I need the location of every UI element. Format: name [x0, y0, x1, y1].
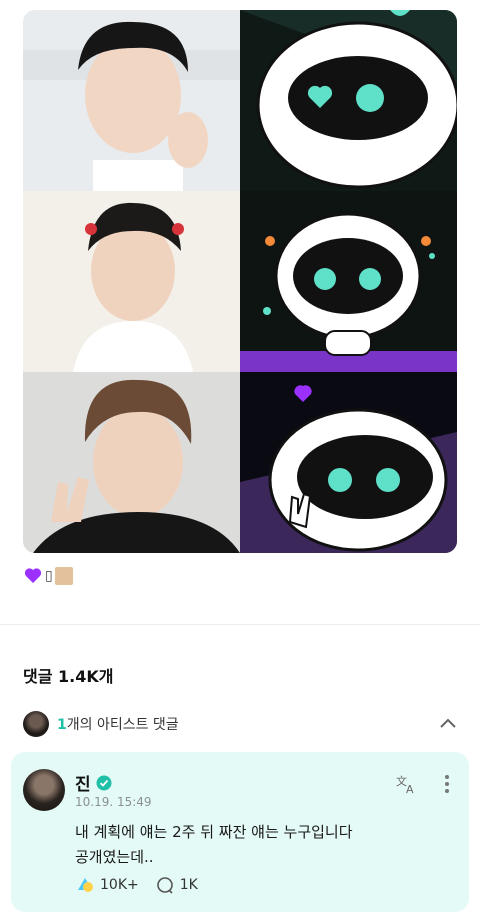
avatar: [23, 711, 49, 737]
comments-title: 댓글 1.4K개: [23, 667, 114, 686]
photo-jin-2[interactable]: [23, 191, 240, 372]
reply-count: 1K: [179, 877, 198, 893]
translate-icon[interactable]: 文 A: [395, 772, 419, 796]
post-caption: ▯: [23, 566, 73, 586]
comment-author-name[interactable]: 진: [75, 770, 112, 795]
reply-bubble-icon: [156, 877, 173, 894]
comment-text: 내 계획에 얘는 2주 뒤 짜잔 얘는 누구입니다 공개였는데..: [75, 823, 353, 866]
photo-jin-3[interactable]: [23, 372, 240, 553]
photo-jin-1[interactable]: [23, 10, 240, 191]
character-wootteo-2[interactable]: [240, 191, 457, 372]
skin-tone-icon: [54, 567, 73, 585]
comment-timestamp: 10.19. 15:49: [75, 795, 152, 809]
comment-author-avatar[interactable]: [23, 769, 65, 811]
like-button[interactable]: 10K+: [75, 875, 139, 895]
character-wootteo-1[interactable]: [240, 10, 457, 191]
reply-button[interactable]: 1K: [155, 875, 198, 895]
cheer-icon: [78, 878, 93, 892]
purple-heart-icon: [24, 568, 42, 583]
post-image-grid[interactable]: [23, 10, 457, 553]
verified-badge-icon: [96, 775, 112, 790]
caption-glyph: ▯: [45, 568, 53, 584]
comment-actions: 10K+ 1K: [75, 875, 214, 895]
divider: [0, 624, 480, 625]
like-count: 10K+: [100, 877, 139, 893]
artist-comments-label: 1개의 아티스트 댓글: [57, 717, 179, 733]
svg-text:A: A: [406, 783, 414, 796]
artist-comments-toggle[interactable]: 1개의 아티스트 댓글: [23, 710, 460, 738]
artist-comment-card[interactable]: 진 10.19. 15:49 내 계획에 얘는 2주 뒤 짜잔 얘는 누구입니다…: [11, 752, 469, 912]
chevron-up-icon[interactable]: [438, 714, 458, 734]
character-wootteo-3[interactable]: [240, 372, 457, 553]
more-options-icon[interactable]: [441, 772, 453, 796]
